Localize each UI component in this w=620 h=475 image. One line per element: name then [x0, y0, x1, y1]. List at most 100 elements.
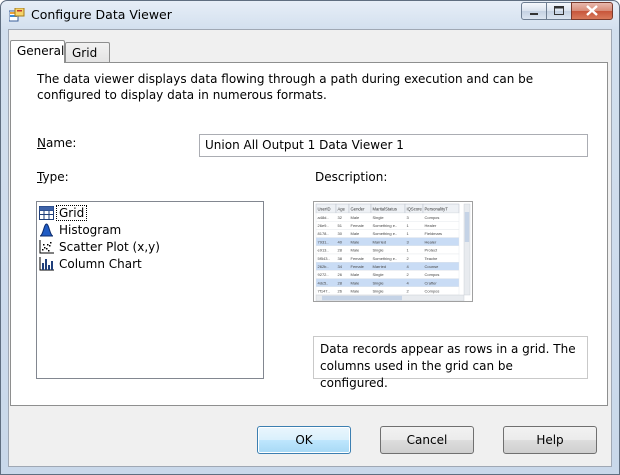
- column-chart-icon: [39, 256, 54, 270]
- preview-cell-text: 30: [338, 231, 343, 236]
- preview-cell-text: a48d..: [318, 215, 329, 220]
- preview-cell-text: Something e..: [373, 223, 398, 228]
- ok-button[interactable]: OK: [257, 426, 351, 454]
- preview-cell-text: Female: [351, 264, 365, 269]
- preview-header-text: PersonalityT: [425, 207, 449, 212]
- preview-header-text: Gender: [351, 207, 366, 212]
- type-item-scatter-plot-label: Scatter Plot (x,y): [59, 239, 160, 254]
- preview-scroll-thumb: [464, 212, 470, 242]
- tab-general[interactable]: General: [10, 40, 65, 63]
- name-label-accelerator: N: [37, 136, 46, 150]
- histogram-icon: [39, 222, 54, 236]
- window-title: Configure Data Viewer: [31, 7, 172, 22]
- type-item-grid[interactable]: Grid: [39, 204, 261, 221]
- type-item-grid-label: Grid: [55, 204, 88, 221]
- preview-cell-text: Single: [373, 272, 385, 277]
- preview-cell-text: 262b..: [318, 264, 329, 269]
- minimize-button[interactable]: [521, 2, 547, 20]
- maximize-icon: [554, 6, 564, 15]
- preview-cell-text: Male: [351, 231, 360, 236]
- tab-general-label: General: [17, 44, 65, 58]
- type-item-histogram-label: Histogram: [59, 222, 122, 237]
- preview-cell-text: 8178..: [318, 231, 329, 236]
- preview-cell-text: Female: [351, 223, 365, 228]
- preview-header-text: UserID: [318, 207, 331, 212]
- description-box: Data records appear as rows in a grid. T…: [313, 336, 588, 390]
- preview-cell-text: Compos: [425, 215, 440, 220]
- type-item-column-chart[interactable]: Column Chart: [39, 255, 261, 272]
- preview-cell-text: Fieldmars: [425, 231, 443, 236]
- preview-cell-text: Male: [351, 289, 360, 294]
- preview-cell-text: Female: [351, 256, 365, 261]
- maximize-button[interactable]: [546, 2, 572, 20]
- preview-cell-text: 7931..: [318, 239, 329, 244]
- grid-preview-table: UserID Age Gender MaritalStatus IQScore Perso…: [315, 203, 471, 301]
- preview-cell-text: 26e9..: [318, 223, 329, 228]
- scatter-plot-icon: [39, 239, 54, 253]
- type-item-column-chart-label: Column Chart: [59, 256, 142, 271]
- grid-icon: [39, 205, 54, 220]
- cancel-button[interactable]: Cancel: [380, 426, 474, 454]
- preview-cell-text: Male: [351, 215, 360, 220]
- preview-hscroll-thumb: [322, 295, 402, 301]
- preview-cell-text: Something e..: [373, 231, 398, 236]
- preview-cell-text: Single: [373, 215, 385, 220]
- title-bar: Configure Data Viewer: [1, 1, 619, 29]
- type-item-histogram[interactable]: Histogram: [39, 221, 261, 238]
- preview-cell-text: Protect: [425, 248, 439, 253]
- preview-cell-text: 9272..: [318, 272, 329, 277]
- preview-cell-text: Compos: [425, 289, 440, 294]
- name-field[interactable]: Union All Output 1 Data Viewer 1: [199, 134, 588, 157]
- tab-grid-label: Grid: [72, 46, 98, 60]
- preview-header-text: IQScore: [407, 207, 423, 212]
- preview-cell-text: Single: [373, 248, 385, 253]
- data-viewer-app-icon: [9, 8, 25, 22]
- preview-header-text: MaritalStatus: [373, 207, 397, 212]
- type-item-scatter-plot[interactable]: Scatter Plot (x,y): [39, 238, 261, 255]
- preview-header-text: Age: [338, 207, 346, 212]
- type-list[interactable]: Grid Histogram Scatter Plot (x,y) Column…: [36, 201, 264, 379]
- preview-cell-text: Male: [351, 280, 360, 285]
- preview-cell-text: Something e..: [373, 256, 398, 261]
- description-label: Description:: [315, 170, 388, 184]
- preview-cell-text: 4dc5..: [318, 280, 329, 285]
- preview-cell-text: Married: [373, 239, 387, 244]
- preview-cell-text: 5f543..: [318, 256, 330, 261]
- general-tab-panel: The data viewer displays data flowing th…: [10, 62, 608, 406]
- preview-cell-text: 32: [338, 215, 343, 220]
- grid-preview-image: UserID Age Gender MaritalStatus IQScore Perso…: [313, 201, 473, 302]
- close-button[interactable]: [571, 2, 613, 20]
- preview-cell-text: Single: [373, 280, 385, 285]
- preview-cell-text: Counse: [425, 264, 440, 269]
- preview-cell-text: 34: [338, 264, 343, 269]
- intro-text: The data viewer displays data flowing th…: [37, 72, 534, 102]
- preview-cell-text: Healer: [425, 239, 437, 244]
- preview-cell-text: 51: [338, 223, 343, 228]
- preview-cell-text: Male: [351, 272, 360, 277]
- dialog-client-area: General Grid The data viewer displays da…: [8, 29, 612, 467]
- preview-cell-text: 38: [338, 256, 343, 261]
- preview-cell-text: e913..: [318, 248, 329, 253]
- dialog-window: Configure Data Viewer General Grid The d…: [0, 0, 620, 475]
- type-label: Type:: [37, 170, 69, 184]
- close-icon: [586, 5, 598, 16]
- preview-cell-text: Male: [351, 239, 360, 244]
- preview-cell-text: Single: [373, 289, 385, 294]
- tab-grid[interactable]: Grid: [65, 42, 110, 63]
- preview-cell-text: 7f147..: [318, 289, 330, 294]
- preview-cell-text: Married: [373, 264, 387, 269]
- preview-cell-text: Male: [351, 248, 360, 253]
- preview-cell-text: Teache: [425, 256, 439, 261]
- preview-cell-text: 28: [338, 280, 343, 285]
- help-button[interactable]: Help: [503, 426, 597, 454]
- preview-cell-text: 26: [338, 272, 343, 277]
- preview-cell-text: Compos: [425, 272, 440, 277]
- name-label: Name:: [37, 136, 76, 150]
- preview-cell-text: Healer: [425, 223, 437, 228]
- preview-cell-text: 26: [338, 289, 343, 294]
- type-label-text: ype:: [42, 170, 69, 184]
- minimize-icon: [530, 13, 538, 15]
- preview-cell-text: 28: [338, 248, 343, 253]
- name-label-text: ame:: [45, 136, 77, 150]
- preview-cell-text: 40: [338, 239, 343, 244]
